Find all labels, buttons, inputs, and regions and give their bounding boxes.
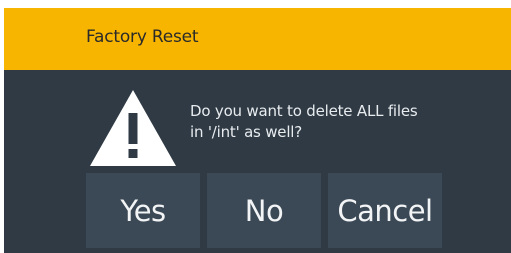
yes-button[interactable]: Yes bbox=[86, 173, 200, 248]
no-button[interactable]: No bbox=[207, 173, 321, 248]
message-line-2: in '/int' as well? bbox=[190, 123, 303, 141]
cancel-button[interactable]: Cancel bbox=[328, 173, 442, 248]
factory-reset-dialog: Factory Reset Do you want to delete ALL … bbox=[4, 8, 511, 253]
dialog-title: Factory Reset bbox=[86, 27, 199, 47]
warning-icon bbox=[90, 90, 176, 166]
message-line-1: Do you want to delete ALL files bbox=[190, 102, 418, 120]
dialog-message: Do you want to delete ALL files in '/int… bbox=[190, 101, 490, 143]
dialog-titlebar: Factory Reset bbox=[4, 8, 511, 70]
